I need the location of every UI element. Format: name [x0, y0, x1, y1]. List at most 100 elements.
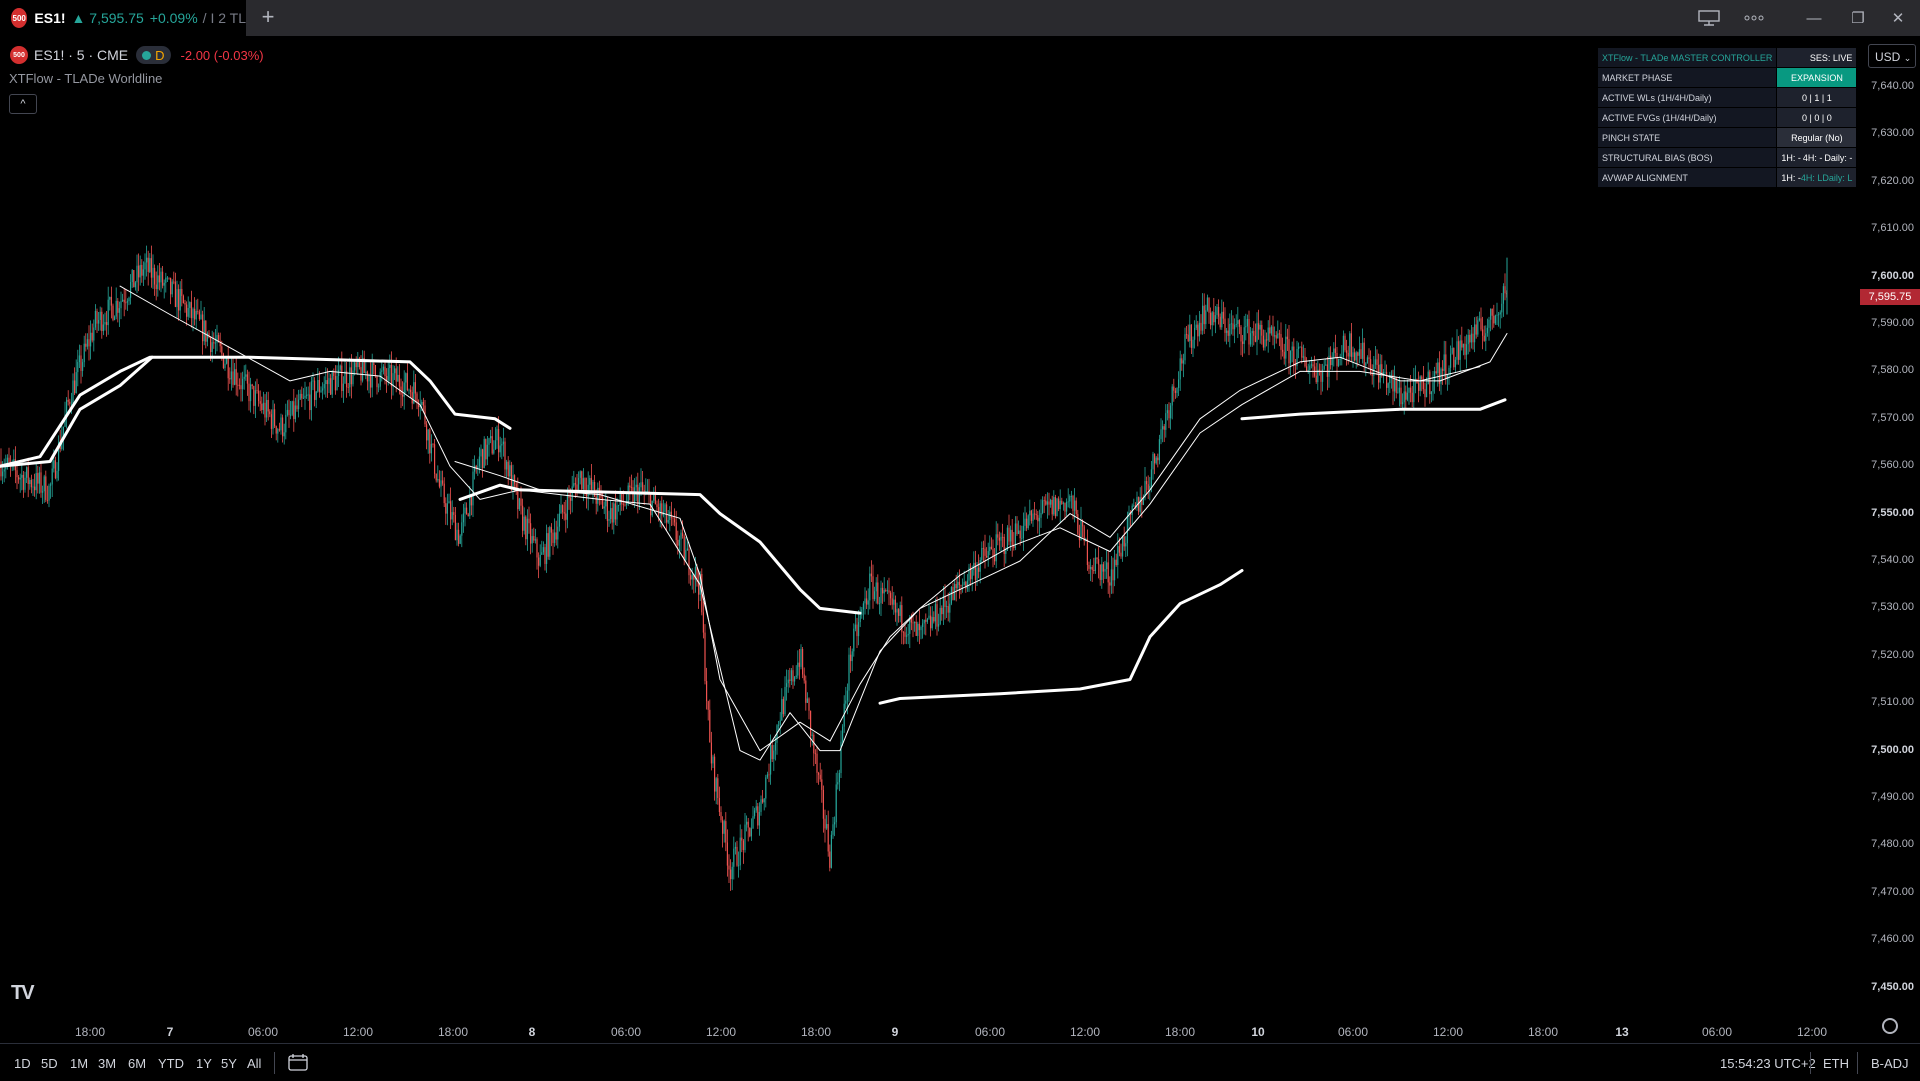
candle-body	[1234, 324, 1236, 330]
candle-body	[686, 548, 688, 551]
candle-body	[1202, 305, 1204, 331]
layout-icon[interactable]	[1686, 0, 1732, 36]
candle-body	[203, 320, 205, 342]
candle-body	[138, 265, 140, 278]
minimize-button[interactable]: —	[1794, 0, 1834, 36]
candle-body	[653, 494, 655, 501]
new-tab-button[interactable]: +	[256, 6, 280, 30]
calendar-goto-icon[interactable]	[288, 1053, 308, 1074]
candle-body	[235, 369, 237, 385]
candle-body	[1139, 497, 1141, 512]
candle-body	[869, 573, 871, 601]
price-chart[interactable]	[0, 36, 1856, 1013]
session-pill[interactable]: D	[136, 46, 171, 64]
range-button-1y[interactable]: 1Y	[196, 1056, 212, 1071]
candle-body	[1376, 359, 1378, 365]
candle-body	[405, 373, 407, 383]
candle-body	[1117, 546, 1119, 566]
range-button-1d[interactable]: 1D	[14, 1056, 31, 1071]
candle-body	[301, 393, 303, 399]
candle-body	[858, 622, 860, 637]
candle-body	[838, 772, 840, 783]
candle-body	[1051, 499, 1053, 515]
candle-body	[285, 414, 287, 433]
candle-body	[338, 369, 340, 377]
range-button-1m[interactable]: 1M	[70, 1056, 88, 1071]
range-button-3m[interactable]: 3M	[98, 1056, 116, 1071]
candle-body	[243, 376, 245, 379]
candle-body	[456, 529, 458, 541]
candle-body	[1152, 453, 1154, 470]
candle-body	[1266, 339, 1268, 341]
currency-select[interactable]: USD ⌄	[1868, 44, 1916, 68]
clock-time[interactable]: 15:54:23 UTC+2	[1720, 1056, 1816, 1071]
settings-gear-icon[interactable]	[1882, 1018, 1898, 1034]
candle-body	[1387, 383, 1389, 388]
time-tick-label: 12:00	[1796, 1025, 1828, 1039]
candle-body	[1010, 529, 1012, 542]
candle-body	[867, 600, 869, 605]
candle-body	[384, 366, 386, 376]
restore-button[interactable]: ❐	[1838, 0, 1878, 36]
candle-body	[1280, 334, 1282, 350]
candle-body	[53, 460, 55, 469]
candle-body	[458, 529, 460, 544]
price-tick-label: 7,580.00	[1871, 364, 1914, 377]
range-button-6m[interactable]: 6M	[128, 1056, 146, 1071]
candle-body	[326, 380, 328, 385]
candle-body	[122, 299, 124, 302]
tradingview-logo[interactable]: TV	[11, 982, 35, 1005]
candle-body	[1286, 336, 1288, 340]
candle-body	[1248, 319, 1250, 345]
bias-daily: Daily: -	[1824, 152, 1853, 163]
legend-symbol[interactable]: ES1! · 5 · CME	[34, 47, 128, 63]
session-toggle[interactable]: ETH	[1823, 1056, 1849, 1071]
candle-body	[50, 484, 52, 486]
candle-body	[1253, 331, 1255, 336]
candle-body	[422, 401, 424, 406]
candle-body	[507, 461, 509, 477]
range-button-5d[interactable]: 5D	[41, 1056, 58, 1071]
candle-body	[1173, 386, 1175, 391]
range-button-ytd[interactable]: YTD	[158, 1056, 184, 1071]
candle-body	[547, 533, 549, 557]
candle-body	[496, 428, 498, 441]
candle-body	[998, 537, 1000, 541]
candle-body	[1344, 335, 1346, 351]
candle-body	[906, 635, 908, 637]
candle-body	[898, 609, 900, 616]
indicator-name[interactable]: XTFlow - TLADe Worldline	[9, 71, 162, 86]
more-icon[interactable]	[1734, 0, 1774, 36]
candle-body	[1125, 543, 1127, 547]
range-button-5y[interactable]: 5Y	[221, 1056, 237, 1071]
candle-body	[1298, 346, 1300, 350]
candle-body	[1437, 362, 1439, 373]
candle-body	[862, 603, 864, 610]
candle-body	[1291, 346, 1293, 351]
adjustment-toggle[interactable]: B-ADJ	[1871, 1056, 1909, 1071]
candle-body	[770, 745, 772, 775]
close-button[interactable]: ✕	[1878, 0, 1918, 36]
candle-body	[1352, 352, 1354, 357]
candle-body	[944, 595, 946, 607]
candle-body	[949, 603, 951, 613]
candle-body	[130, 282, 132, 298]
candle-body	[720, 812, 722, 821]
collapse-legend-button[interactable]: ^	[9, 94, 37, 114]
range-button-all[interactable]: All	[247, 1056, 261, 1071]
candle-body	[168, 277, 170, 279]
candle-body	[1467, 334, 1469, 345]
candle-body	[1365, 363, 1367, 366]
candle-body	[534, 539, 536, 541]
candle-body	[157, 275, 159, 289]
price-axis[interactable]: 7,640.00 7,630.00 7,620.00 7,610.00 7,600.00…	[1858, 36, 1920, 1013]
tab-es1[interactable]: 500 ES1! ▲ 7,595.75 +0.09% / I 2 TL	[0, 0, 246, 36]
candle-body	[1320, 370, 1322, 382]
candle-body	[544, 547, 546, 564]
chevron-down-icon: ⌄	[1903, 53, 1912, 63]
candle-body	[115, 300, 117, 317]
candle-body	[173, 281, 175, 283]
candle-body	[538, 557, 540, 566]
bottom-toolbar: 15:54:23 UTC+2 ETH B-ADJ 1D 5D 1M 3M 6M YTD 1Y…	[0, 1043, 1920, 1081]
candle-body	[75, 372, 77, 394]
